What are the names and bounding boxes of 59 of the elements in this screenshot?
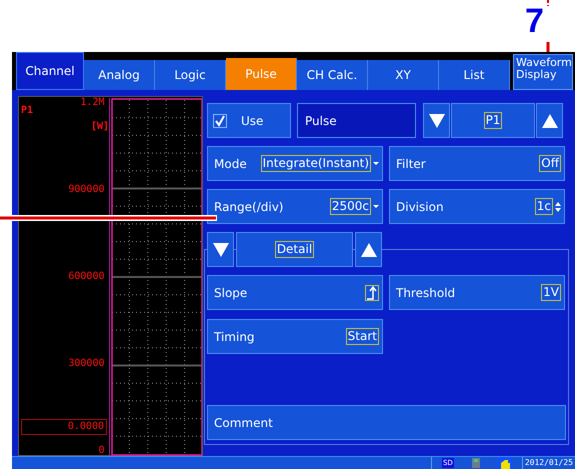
axis-label: 0	[98, 446, 106, 456]
setting-button[interactable]: Filter Off	[389, 146, 565, 181]
setting-label: Range(/div)	[214, 200, 284, 214]
setting-value: 2500c	[330, 198, 371, 215]
setting-label: Division	[396, 200, 444, 214]
setting-button[interactable]: Threshold 1V	[389, 275, 565, 310]
setting-label: Slope	[214, 286, 248, 300]
selector-value: P1	[484, 112, 502, 129]
setting-value: Integrate(Instant)	[260, 155, 371, 172]
up-arrow-button[interactable]	[536, 103, 563, 138]
detail-selector[interactable]: Detail	[236, 232, 353, 267]
tab[interactable]: XY	[368, 60, 439, 90]
setting-value: Off	[539, 155, 561, 172]
channel-name-field[interactable]: Pulse	[297, 103, 416, 138]
setting-button[interactable]: Slope	[207, 275, 383, 310]
setting-label: Timing	[214, 330, 255, 344]
selector-value: Detail	[274, 241, 314, 258]
up-triangle-icon	[360, 242, 376, 256]
setting-label: Threshold	[396, 286, 456, 300]
rising-edge-icon	[365, 284, 379, 300]
axis-label: 1.2M	[80, 98, 106, 108]
channel-selector[interactable]: P1	[451, 103, 535, 138]
drive-icon	[472, 458, 480, 468]
up-arrow-button[interactable]	[355, 232, 382, 267]
down-arrow-button[interactable]	[423, 103, 450, 138]
setting-button[interactable]: Timing Start	[207, 319, 383, 354]
axis-label: 300000	[68, 359, 106, 369]
comment-button[interactable]: Comment	[207, 405, 566, 440]
tab[interactable]: Logic	[155, 60, 226, 90]
checkbox[interactable]	[213, 114, 227, 128]
setting-value: Start	[346, 328, 379, 345]
use-label: Use	[241, 114, 264, 128]
callout-number: 7	[525, 2, 544, 40]
setting-button[interactable]: Division 1c	[389, 189, 565, 224]
setting-label: Mode	[214, 156, 247, 170]
waveform-display-button[interactable]: Waveform Display	[513, 54, 573, 90]
channel-label: P1	[21, 105, 34, 116]
status-date: 2012/01/25	[524, 458, 574, 468]
use-toggle[interactable]: Use	[207, 103, 291, 138]
unit-label: [W]	[91, 121, 110, 132]
tab[interactable]: List	[439, 60, 510, 90]
down-triangle-icon	[212, 242, 228, 256]
down-triangle-icon	[428, 114, 444, 128]
cursor-value: 0.0000	[21, 419, 107, 435]
dropdown-caret-icon	[373, 205, 379, 208]
tab[interactable]: Analog	[84, 60, 155, 90]
up-triangle-icon	[542, 114, 558, 128]
setting-button[interactable]: Range(/div) 2500c	[207, 189, 383, 224]
setting-button[interactable]: Mode Integrate(Instant)	[207, 146, 383, 181]
setting-label: Filter	[396, 156, 426, 170]
axis-label: 900000	[68, 185, 106, 195]
axis-label: 600000	[68, 272, 106, 282]
setting-value: 1c	[534, 198, 553, 215]
tab[interactable]: CH Calc.	[297, 60, 368, 90]
dropdown-caret-icon	[373, 162, 379, 165]
channel-tab[interactable]: Channel	[16, 52, 84, 90]
setting-value: 1V	[541, 284, 561, 301]
leader-line	[546, 0, 550, 52]
down-arrow-button[interactable]	[207, 232, 234, 267]
